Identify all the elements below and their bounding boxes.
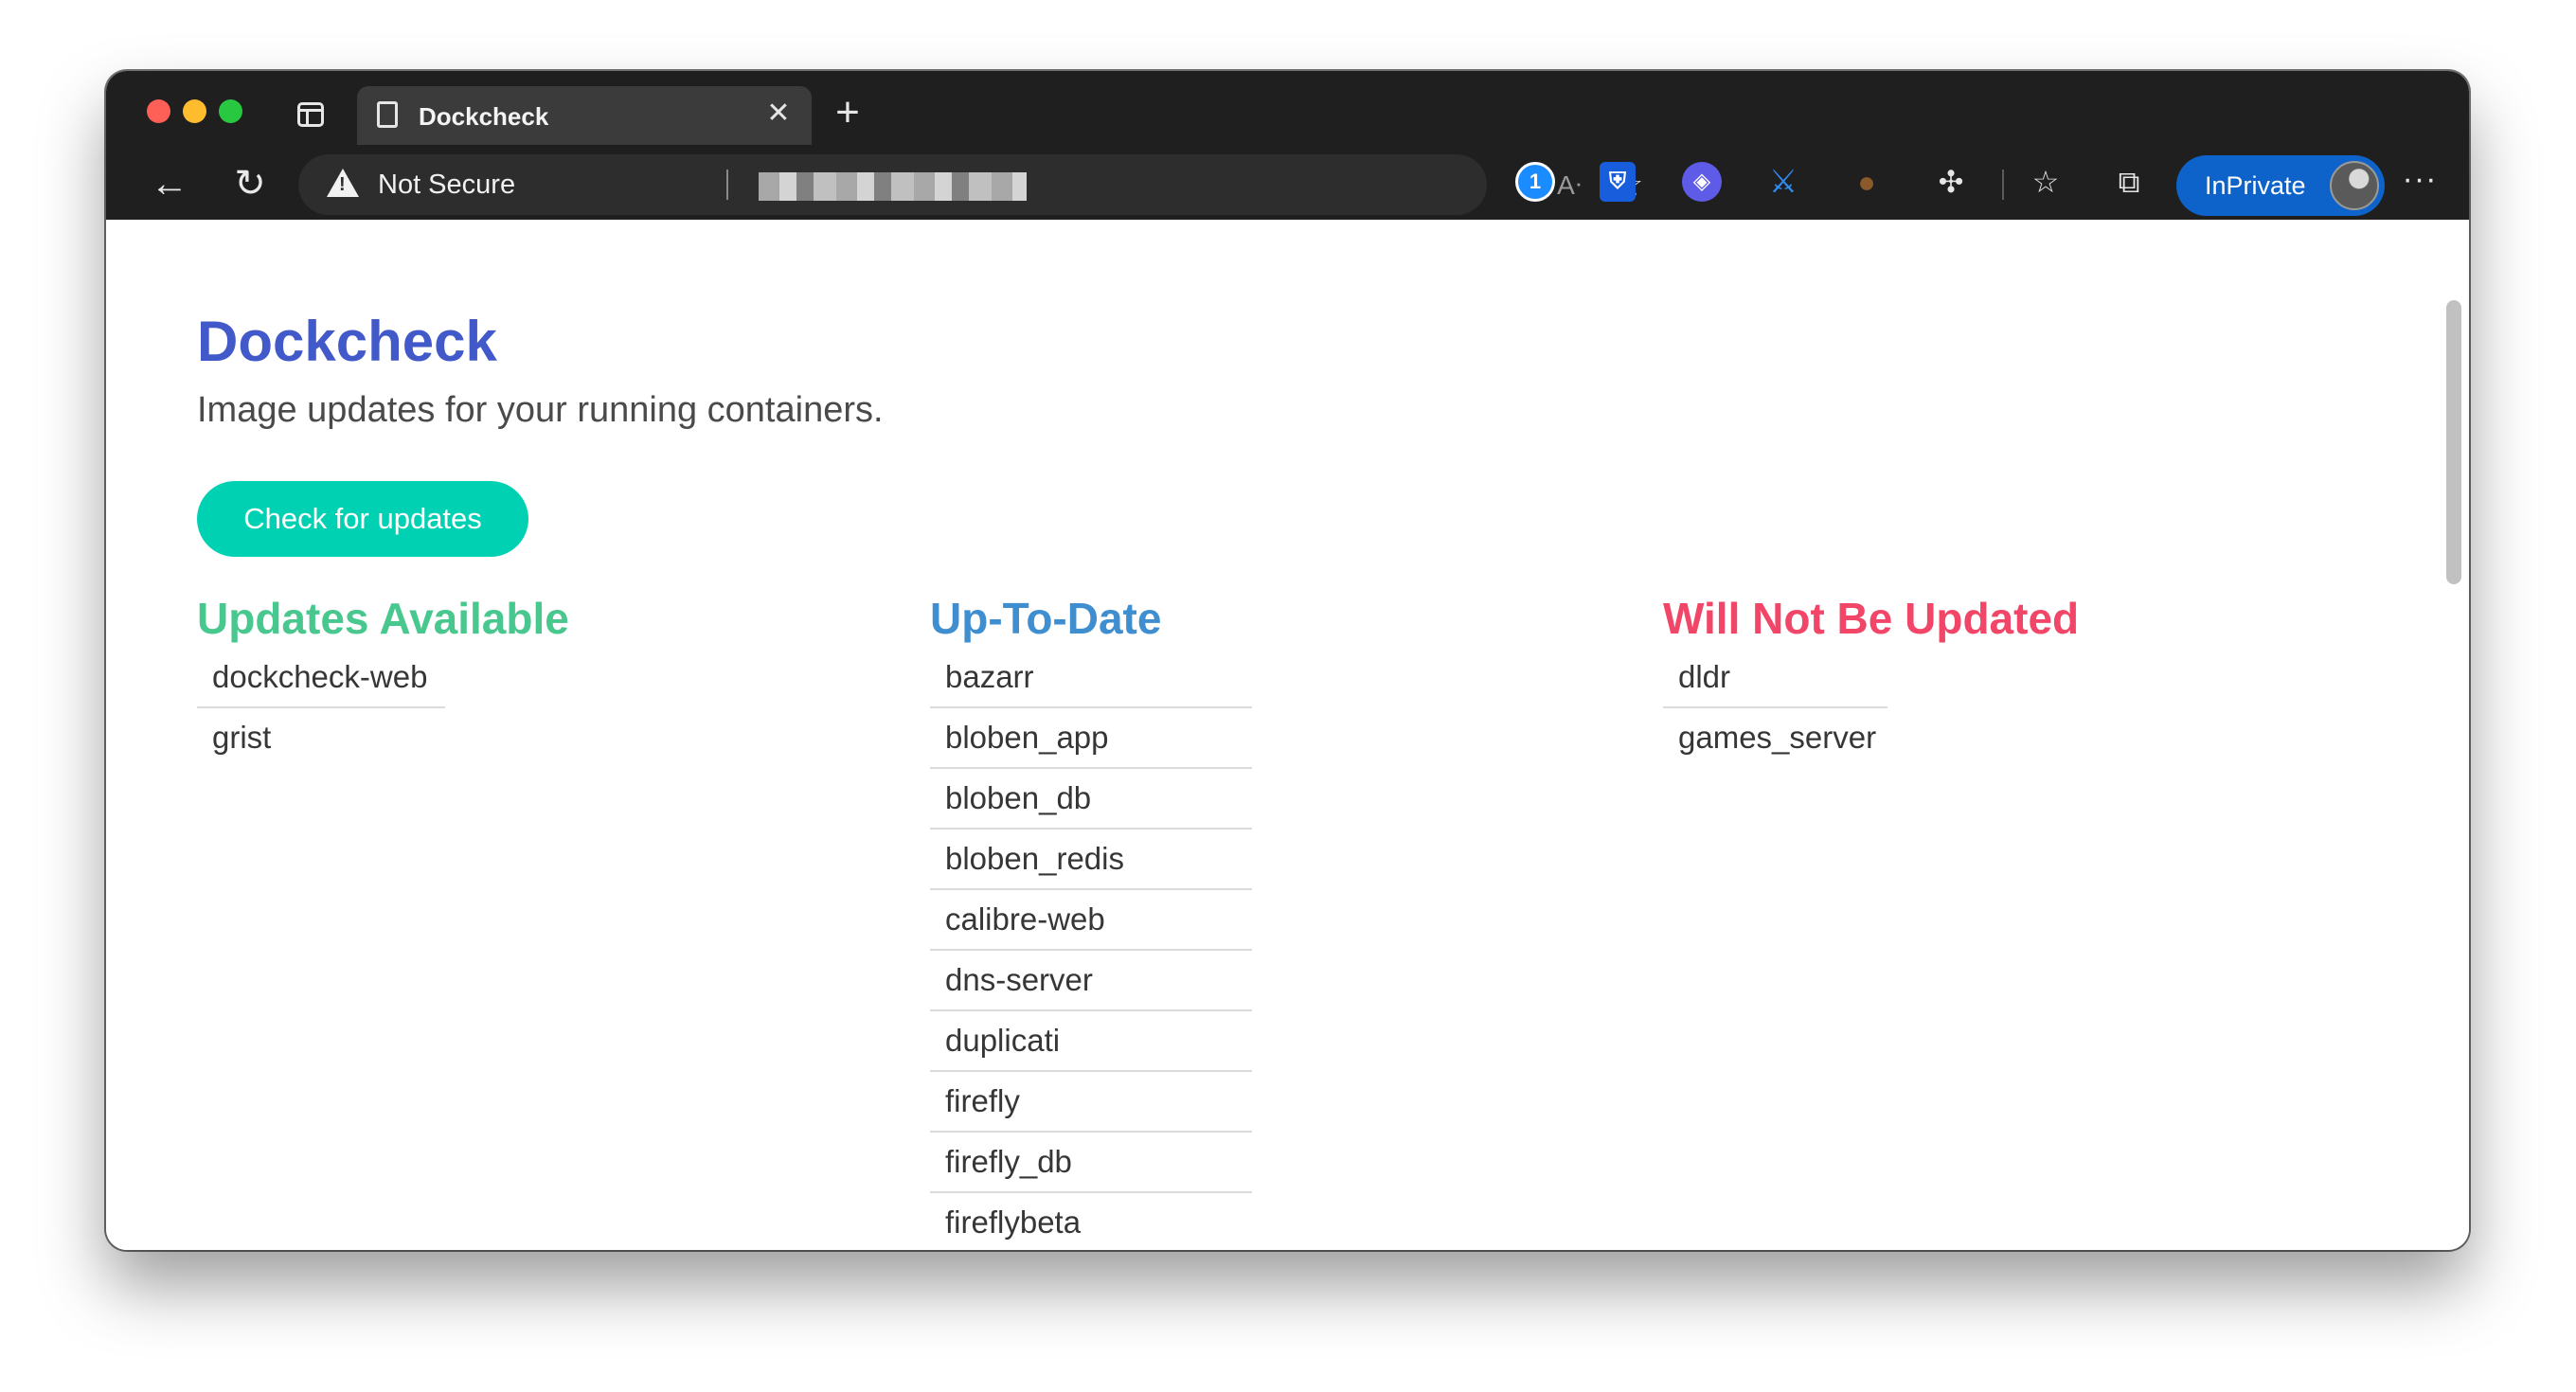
updates-available-column: Updates Available dockcheck-web grist <box>197 589 569 769</box>
close-window-button[interactable] <box>147 99 170 123</box>
will-not-be-updated-list: dldr games_server <box>1663 648 2079 769</box>
avatar <box>2330 161 2379 210</box>
bitwarden-extension-icon[interactable]: ⛨ <box>1600 162 1636 202</box>
onepassword-extension-icon[interactable]: 1 <box>1515 162 1555 202</box>
page-subtitle: Image updates for your running container… <box>197 390 884 430</box>
close-tab-icon[interactable]: ✕ <box>762 98 795 130</box>
up-to-date-heading: Up-To-Date <box>930 594 1162 643</box>
list-item: dldr <box>1663 648 1887 708</box>
inprivate-label: InPrivate <box>2205 171 2306 200</box>
inprivate-button[interactable]: InPrivate <box>2176 155 2385 216</box>
warning-icon <box>327 169 359 197</box>
sword-extension-icon[interactable]: ⚔ <box>1763 162 1803 202</box>
favorites-icon[interactable]: ☆ <box>2025 162 2066 204</box>
list-item: games_server <box>1678 720 1877 755</box>
reload-button[interactable]: ↻ <box>224 159 276 210</box>
tab-dockcheck[interactable]: Dockcheck ✕ <box>357 86 812 145</box>
list-item: firefly <box>930 1072 1252 1133</box>
page-title: Dockcheck <box>197 310 497 373</box>
list-item: calibre-web <box>930 890 1252 951</box>
collections-icon[interactable]: ⧉ <box>2108 162 2150 204</box>
extensions-puzzle-icon[interactable]: ✣ <box>1931 162 1971 202</box>
tab-actions-icon[interactable] <box>297 102 324 127</box>
back-button[interactable]: ← <box>144 159 195 210</box>
list-item: bloben_db <box>930 769 1252 830</box>
list-item: bloben_redis <box>930 830 1252 890</box>
browser-titlebar: Dockcheck ✕ + ← ↻ Not Secure Aᐧ ☆ 1 ⛨ ◈ … <box>106 71 2469 220</box>
browser-window: Dockcheck ✕ + ← ↻ Not Secure Aᐧ ☆ 1 ⛨ ◈ … <box>106 71 2469 1250</box>
check-for-updates-button[interactable]: Check for updates <box>197 481 528 557</box>
toolbar-divider <box>2002 170 2004 200</box>
maximize-window-button[interactable] <box>219 99 242 123</box>
list-item: dockcheck-web <box>197 648 445 708</box>
updates-available-list: dockcheck-web grist <box>197 648 569 769</box>
security-status[interactable]: Not Secure <box>378 170 515 201</box>
page-icon <box>377 101 398 128</box>
list-item: fireflybeta <box>945 1205 1082 1240</box>
up-to-date-column: Up-To-Date bazarr bloben_app bloben_db b… <box>930 589 1252 1250</box>
address-divider <box>726 170 728 200</box>
cookie-extension-icon[interactable]: ● <box>1847 162 1887 202</box>
minimize-window-button[interactable] <box>183 99 206 123</box>
new-tab-button[interactable]: + <box>824 90 871 137</box>
redacted-url[interactable] <box>759 172 1027 201</box>
page-content: Dockcheck Image updates for your running… <box>106 220 2469 1250</box>
linear-extension-icon[interactable]: ◈ <box>1682 162 1722 202</box>
will-not-be-updated-column: Will Not Be Updated dldr games_server <box>1663 589 2079 769</box>
address-bar[interactable]: Not Secure Aᐧ ☆ <box>298 154 1643 215</box>
more-options-icon[interactable]: ··· <box>2396 162 2443 204</box>
will-not-be-updated-heading: Will Not Be Updated <box>1663 594 2080 643</box>
scrollbar-thumb[interactable] <box>2446 300 2461 584</box>
list-item: firefly_db <box>930 1133 1252 1193</box>
list-item: duplicati <box>930 1011 1252 1072</box>
list-item: dns-server <box>930 951 1252 1011</box>
up-to-date-list: bazarr bloben_app bloben_db bloben_redis… <box>930 648 1252 1250</box>
updates-available-heading: Updates Available <box>197 594 569 643</box>
read-aloud-icon[interactable]: Aᐧ <box>1550 168 1588 205</box>
tab-title: Dockcheck <box>419 102 549 131</box>
list-item: grist <box>212 720 272 755</box>
list-item: bazarr <box>930 648 1252 708</box>
list-item: bloben_app <box>930 708 1252 769</box>
